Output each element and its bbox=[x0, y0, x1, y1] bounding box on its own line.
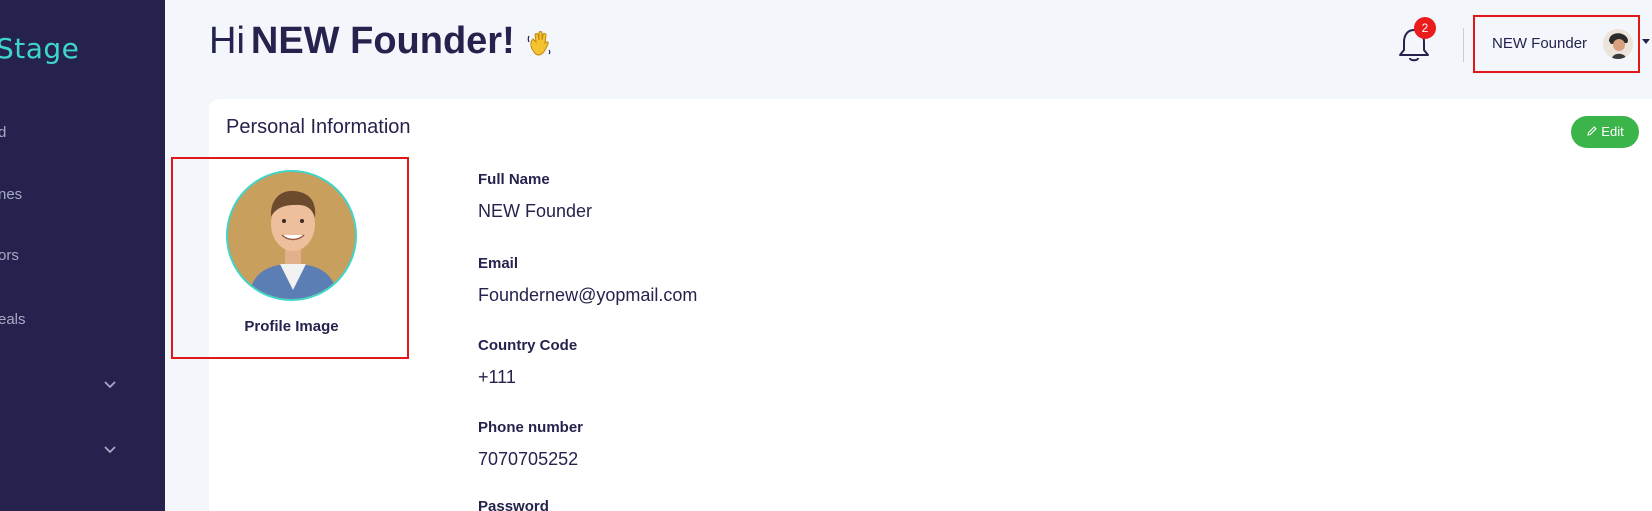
chevron-down-icon[interactable] bbox=[102, 441, 118, 457]
sidebar-item-dashboard[interactable]: d bbox=[0, 124, 6, 141]
edit-button[interactable]: Edit bbox=[1571, 116, 1639, 148]
greeting-hi: Hi bbox=[209, 20, 245, 62]
user-name: NEW Founder bbox=[1492, 35, 1588, 52]
email-value: Foundernew@yopmail.com bbox=[478, 285, 698, 305]
card-title: Personal Information bbox=[226, 116, 411, 138]
full-name-label: Full Name bbox=[478, 171, 550, 188]
country-code-value: +111 bbox=[478, 367, 516, 387]
edit-button-label: Edit bbox=[1601, 124, 1624, 139]
chevron-down-icon[interactable] bbox=[102, 376, 118, 392]
sidebar-item-investors[interactable]: ors bbox=[0, 247, 19, 264]
notification-badge: 2 bbox=[1414, 17, 1436, 39]
profile-image[interactable] bbox=[226, 170, 357, 301]
phone-number-value: 7070705252 bbox=[478, 449, 579, 469]
greeting-name: NEW Founder! bbox=[250, 20, 515, 62]
full-name-value: NEW Founder bbox=[478, 201, 593, 221]
password-label: Password bbox=[478, 498, 549, 511]
sidebar: Stage d nes ors eals bbox=[0, 0, 165, 511]
country-code-label: Country Code bbox=[478, 337, 578, 354]
app-logo: Stage bbox=[0, 32, 80, 65]
user-menu[interactable]: NEW Founder bbox=[1473, 15, 1640, 73]
pencil-icon bbox=[1587, 126, 1598, 136]
avatar bbox=[1603, 29, 1633, 59]
phone-number-label: Phone number bbox=[478, 419, 584, 436]
email-label: Email bbox=[478, 255, 519, 272]
sidebar-item-deals[interactable]: eals bbox=[0, 311, 26, 328]
app-root: Stage d nes ors eals Hi NEW Founder! 2 NE… bbox=[0, 0, 1652, 511]
personal-info-card bbox=[209, 99, 1652, 511]
header-divider bbox=[1463, 28, 1464, 62]
page-greeting: Hi NEW Founder! bbox=[209, 20, 515, 63]
waving-hand-icon bbox=[527, 31, 551, 56]
sidebar-item-startup-names[interactable]: nes bbox=[0, 186, 22, 203]
profile-image-label: Profile Image bbox=[244, 318, 339, 335]
user-avatar-image bbox=[1603, 29, 1633, 59]
caret-down-icon[interactable] bbox=[1641, 38, 1651, 46]
profile-photo bbox=[228, 172, 355, 299]
